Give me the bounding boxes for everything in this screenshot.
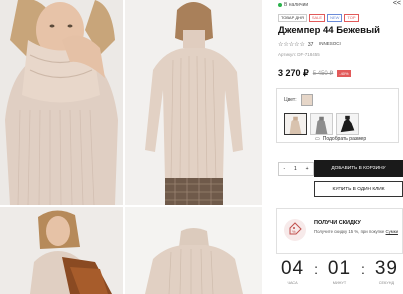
color-swatch-beige[interactable]	[284, 113, 307, 135]
badge-new: NEW	[327, 14, 343, 22]
rating-stars: ☆☆☆☆☆	[278, 42, 305, 48]
brand-link[interactable]: INNESOCI	[319, 41, 341, 46]
badge-list: ТОВАР ДНЯ SALE NEW TOP	[278, 14, 359, 22]
color-swatches	[284, 113, 359, 135]
promo-block: % ПОЛУЧИ СКИДКУ Получите скидку 15 %, пр…	[276, 208, 403, 254]
product-photo-back-image	[125, 0, 262, 205]
promo-text: Получите скидку 15 %, при покупке Сумки	[314, 229, 402, 235]
size-guide-label: Подобрать размер	[322, 136, 367, 142]
badge-top: TOP	[344, 14, 359, 22]
price-row: 3 270 ₽ 5 450 ₽ -40%	[278, 68, 351, 79]
qty-plus-button[interactable]: +	[306, 166, 309, 172]
timer-separator: :	[361, 261, 365, 277]
timer-minutes: 01 МИНУТ	[328, 258, 351, 285]
current-price: 3 270 ₽	[278, 68, 309, 78]
ruler-icon: ▭	[315, 136, 320, 142]
promo-description: Получите скидку 15 %, при покупке	[314, 229, 385, 234]
discount-tag-icon: %	[284, 219, 306, 241]
promo-link[interactable]: Сумки	[386, 229, 398, 234]
qty-minus-button[interactable]: -	[283, 166, 285, 172]
rating[interactable]: ☆☆☆☆☆ 37	[278, 41, 314, 49]
promo-title: ПОЛУЧИ СКИДКУ	[314, 220, 361, 226]
color-label: Цвет:	[284, 97, 297, 103]
size-guide-link[interactable]: ▭ Подобрать размер	[315, 136, 366, 142]
timer-hours: 04 ЧАСА	[281, 258, 304, 285]
quantity-stepper: - 1 +	[278, 162, 314, 176]
rating-count: 37	[307, 41, 314, 48]
old-price: 5 450 ₽	[312, 71, 334, 77]
product-photo-front-image	[0, 0, 123, 205]
svg-text:%: %	[292, 229, 296, 234]
in-stock-dot-icon	[278, 3, 282, 7]
timer-hours-label: ЧАСА	[287, 281, 298, 285]
product-photo-flat-image	[125, 207, 262, 294]
color-swatch-grey[interactable]	[310, 113, 333, 135]
product-photo-front[interactable]	[0, 0, 123, 205]
product-photo-flat[interactable]	[125, 207, 262, 294]
product-title: Джемпер 44 Бежевый	[278, 25, 380, 36]
timer-minutes-label: МИНУТ	[332, 281, 347, 285]
article-number: Артикул: DF-718455	[278, 52, 320, 57]
qty-value[interactable]: 1	[294, 166, 297, 172]
badge-sale: SALE	[308, 14, 326, 22]
selected-color-swatch	[301, 94, 313, 106]
countdown-timer: 04 ЧАСА : 01 МИНУТ : 39 СЕКУНД	[276, 258, 403, 294]
color-swatch-black-image	[337, 114, 358, 134]
product-photo-look-image	[0, 207, 123, 294]
badge-day: ТОВАР ДНЯ	[278, 14, 307, 22]
product-info-panel: В наличии << ТОВАР ДНЯ SALE NEW TOP Джем…	[271, 0, 403, 294]
timer-seconds: 39 СЕКУНД	[375, 258, 398, 285]
color-selector: Цвет:	[276, 88, 399, 143]
stock-status: В наличии	[278, 2, 308, 8]
color-swatch-beige-image	[285, 114, 306, 134]
timer-seconds-value: 39	[374, 258, 398, 279]
discount-badge: -40%	[337, 70, 351, 77]
buy-one-click-button[interactable]: КУПИТЬ В ОДИН КЛИК	[314, 181, 403, 197]
color-swatch-grey-image	[311, 114, 332, 134]
stock-label: В наличии	[284, 2, 309, 8]
add-to-cart-button[interactable]: ДОБАВИТЬ В КОРЗИНУ	[314, 160, 403, 177]
timer-separator: :	[314, 261, 318, 277]
product-photo-look[interactable]	[0, 207, 123, 294]
product-photo-back[interactable]	[125, 0, 262, 205]
timer-seconds-label: СЕКУНД	[378, 281, 395, 285]
timer-hours-value: 04	[280, 258, 305, 279]
share-icon[interactable]: <<	[393, 0, 401, 7]
timer-minutes-value: 01	[327, 258, 352, 279]
color-swatch-black[interactable]	[336, 113, 359, 135]
